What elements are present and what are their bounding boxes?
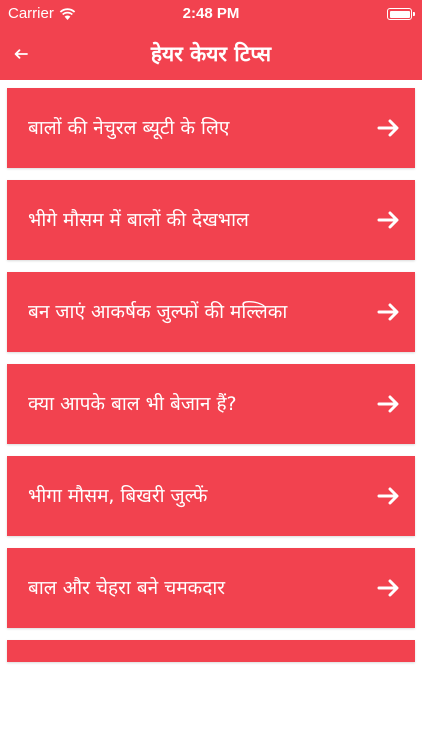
list-item[interactable]: भीगे मौसम में बालों की देखभाल	[7, 180, 415, 260]
list-item[interactable]: भीगा मौसम, बिखरी जुल्फें	[7, 456, 415, 536]
arrow-right-icon	[377, 300, 401, 324]
list-item-label: बाल और चेहरा बने चमकदार	[28, 577, 226, 599]
arrow-right-icon	[377, 208, 401, 232]
list-item[interactable]: बन जाएं आकर्षक जुल्फों की मल्लिका	[7, 272, 415, 352]
list-item[interactable]: बाल और चेहरा बने चमकदार	[7, 548, 415, 628]
battery-level-fill	[389, 10, 410, 18]
list-item[interactable]: बालों की नेचुरल ब्यूटी के लिए	[7, 88, 415, 168]
arrow-right-icon	[377, 116, 401, 140]
list-item-label: भीगा मौसम, बिखरी जुल्फें	[28, 485, 208, 507]
app-header: Carrier 2:48 PM हेयर केयर टिप्स	[0, 0, 422, 80]
arrow-right-icon	[377, 576, 401, 600]
list-item-label: बन जाएं आकर्षक जुल्फों की मल्लिका	[28, 301, 288, 323]
battery-icon	[387, 8, 415, 20]
arrow-right-icon	[377, 484, 401, 508]
tips-list: बालों की नेचुरल ब्यूटी के लिए भीगे मौसम …	[7, 88, 415, 662]
list-item-partial[interactable]	[7, 640, 415, 662]
page-title: हेयर केयर टिप्स	[150, 42, 272, 66]
status-bar: Carrier 2:48 PM	[0, 0, 422, 28]
list-item-label: क्या आपके बाल भी बेजान हैं?	[28, 393, 237, 415]
list-item[interactable]: क्या आपके बाल भी बेजान हैं?	[7, 364, 415, 444]
navigation-bar: हेयर केयर टिप्स	[0, 28, 422, 80]
list-item-label: बालों की नेचुरल ब्यूटी के लिए	[28, 117, 230, 139]
list-item-label: भीगे मौसम में बालों की देखभाल	[28, 209, 249, 231]
status-time: 2:48 PM	[182, 5, 240, 22]
arrow-right-icon	[377, 392, 401, 416]
